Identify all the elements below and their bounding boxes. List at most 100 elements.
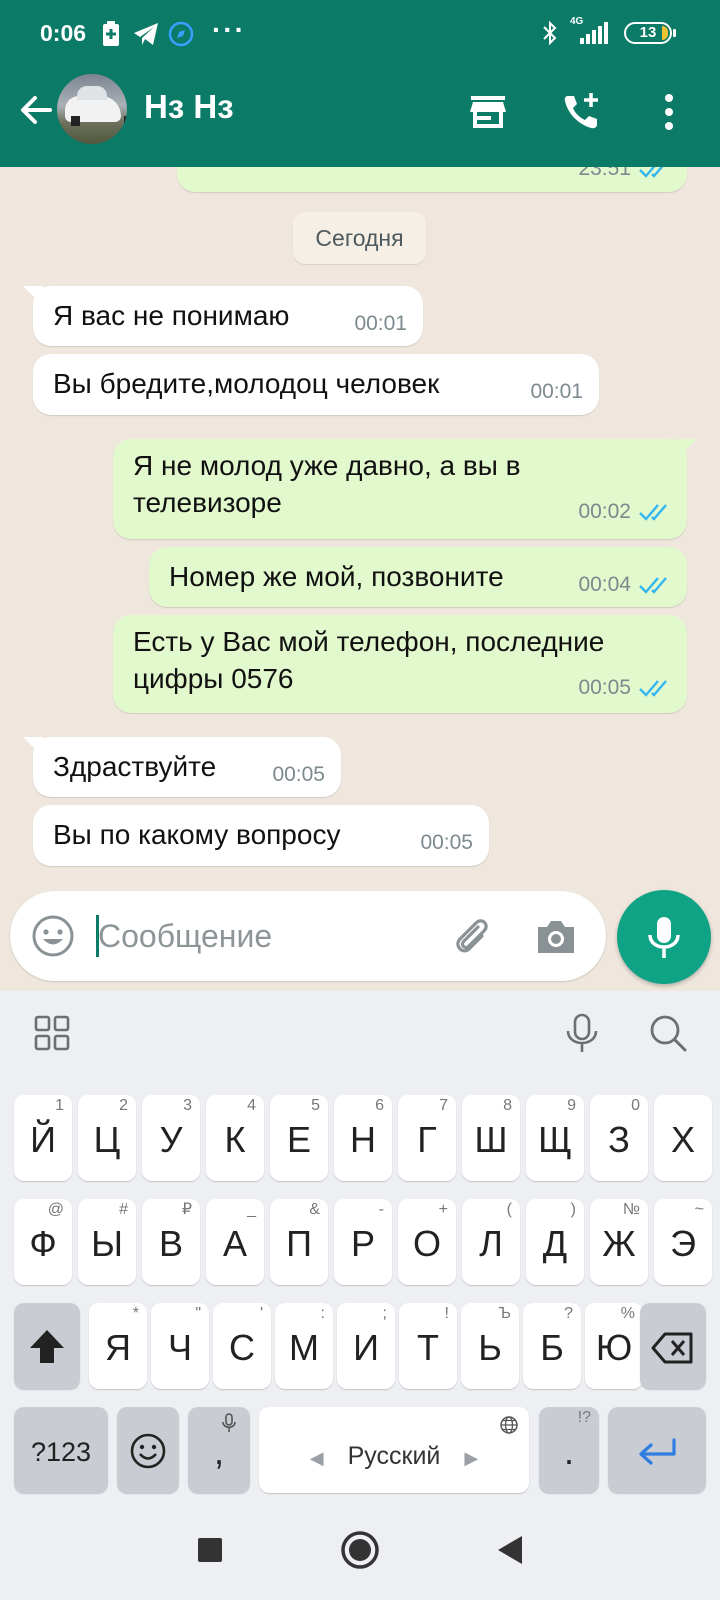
apps-grid-icon[interactable] xyxy=(30,1011,74,1055)
key[interactable]: # Ы xyxy=(78,1199,136,1285)
battery-level: 13 xyxy=(639,24,657,41)
camera-icon[interactable] xyxy=(532,913,580,961)
message-text: Вы бредите,молодоц человек xyxy=(53,368,440,399)
emoji-icon xyxy=(130,1433,166,1469)
key[interactable]: (Л xyxy=(462,1199,520,1285)
chat-area[interactable]: 23:51 Сегодня Я вас не понимаю 00:01 Вы … xyxy=(0,167,720,878)
date-chip: Сегодня xyxy=(293,212,426,264)
message-bubble-incoming[interactable]: Вы бредите,молодоц человек 00:01 xyxy=(33,354,599,415)
key[interactable]: 6Н xyxy=(334,1095,392,1181)
key[interactable]: ЪЬ xyxy=(461,1303,519,1389)
enter-key[interactable] xyxy=(608,1407,706,1493)
message-bubble-outgoing[interactable]: 23:51 xyxy=(177,167,687,192)
key[interactable]: 1Й xyxy=(14,1095,72,1181)
key[interactable]: ? Б xyxy=(523,1303,581,1389)
back-arrow-icon[interactable] xyxy=(16,90,56,130)
key[interactable]: % Ю xyxy=(585,1303,643,1389)
mic-hint-icon xyxy=(222,1413,236,1432)
attach-icon[interactable] xyxy=(448,913,496,961)
message-bubble-outgoing[interactable]: Есть у Вас мой телефон, последние цифры … xyxy=(113,615,687,713)
avatar[interactable] xyxy=(57,74,127,144)
key[interactable]: ~ Э xyxy=(654,1199,712,1285)
key[interactable]: " Ч xyxy=(151,1303,209,1389)
search-icon[interactable] xyxy=(646,1011,690,1055)
key[interactable]: ! Т xyxy=(399,1303,457,1389)
app-bar: Нз Нз xyxy=(0,70,720,167)
key[interactable]: Х xyxy=(654,1095,712,1181)
home-button[interactable] xyxy=(338,1528,382,1572)
voice-input-icon[interactable] xyxy=(560,1011,604,1055)
message-input[interactable] xyxy=(98,915,428,957)
status-time: 0:06 xyxy=(40,20,87,46)
language-label: Русский xyxy=(347,1442,441,1470)
store-icon[interactable] xyxy=(466,90,510,134)
keyboard: 1Й 2Ц 3У 4К 5Е 6Н 7Г 8Ш 9Щ 0З Х @ Ф # Ы ₽ В… xyxy=(0,991,720,1498)
message-time: 00:05 xyxy=(420,831,473,854)
message-bubble-outgoing[interactable]: Я не молод уже давно, а вы в телевизоре … xyxy=(113,439,697,539)
shift-key[interactable] xyxy=(14,1303,80,1389)
message-bubble-incoming[interactable]: Здраствуйте 00:05 xyxy=(23,737,341,797)
backspace-key[interactable] xyxy=(640,1303,706,1389)
key[interactable]: _ А xyxy=(206,1199,264,1285)
read-ticks-icon xyxy=(639,577,667,594)
period-key[interactable]: !? . xyxy=(539,1407,599,1493)
comma-label: , xyxy=(213,1431,224,1472)
status-bar: 0:06 ··· 4G 13 xyxy=(0,0,720,70)
message-bubble-outgoing[interactable]: Номер же мой, позвоните 00:04 xyxy=(149,547,687,607)
message-bubble-incoming[interactable]: Вы по какому вопросу 00:05 xyxy=(33,805,489,866)
key[interactable]: + О xyxy=(398,1199,456,1285)
key[interactable]: :М xyxy=(275,1303,333,1389)
key[interactable]: & П xyxy=(270,1199,328,1285)
key[interactable]: ) Д xyxy=(526,1199,584,1285)
key[interactable]: ; И xyxy=(337,1303,395,1389)
message-time: 00:05 xyxy=(578,676,631,699)
back-button[interactable] xyxy=(490,1528,534,1572)
key[interactable]: ₽ В xyxy=(142,1199,200,1285)
emoji-icon[interactable] xyxy=(30,913,76,959)
add-call-icon[interactable] xyxy=(560,90,604,134)
symbols-key[interactable]: ?123 xyxy=(14,1407,108,1493)
more-vert-icon[interactable] xyxy=(654,90,684,134)
message-time: 00:04 xyxy=(578,573,631,596)
key[interactable]: № Ж xyxy=(590,1199,648,1285)
comma-key[interactable]: , xyxy=(188,1407,250,1493)
message-time: 00:02 xyxy=(578,500,631,523)
key[interactable]: 8Ш xyxy=(462,1095,520,1181)
message-text: Номер же мой, позвоните xyxy=(169,561,504,592)
key[interactable]: 9Щ xyxy=(526,1095,584,1181)
period-label: . xyxy=(563,1431,574,1472)
key[interactable]: * Я xyxy=(89,1303,147,1389)
message-text: Вы по какому вопросу xyxy=(53,819,341,850)
read-ticks-icon xyxy=(639,504,667,521)
keyboard-toolbar xyxy=(0,991,720,1078)
recent-apps-button[interactable] xyxy=(188,1528,232,1572)
backspace-icon xyxy=(651,1332,693,1364)
key[interactable]: -Р xyxy=(334,1199,392,1285)
chevron-right-icon: ▶ xyxy=(464,1448,479,1468)
key[interactable]: 7Г xyxy=(398,1095,456,1181)
emoji-key[interactable] xyxy=(117,1407,179,1493)
key[interactable]: 4К xyxy=(206,1095,264,1181)
bluetooth-icon xyxy=(543,20,557,46)
microphone-icon xyxy=(648,917,680,958)
key[interactable]: ' С xyxy=(213,1303,271,1389)
contact-name[interactable]: Нз Нз xyxy=(144,88,234,126)
key[interactable]: 2Ц xyxy=(78,1095,136,1181)
telegram-icon xyxy=(134,23,158,45)
top-bar: 0:06 ··· 4G 13 Нз Нз xyxy=(0,0,720,167)
key[interactable]: 3У xyxy=(142,1095,200,1181)
message-bubble-incoming[interactable]: Я вас не понимаю 00:01 xyxy=(23,286,423,346)
read-ticks-icon xyxy=(639,680,667,697)
key[interactable]: @ Ф xyxy=(14,1199,72,1285)
message-text: Здраствуйте xyxy=(53,751,217,782)
voice-message-button[interactable] xyxy=(617,890,711,984)
more-notifications-icon: ··· xyxy=(212,14,246,45)
shift-arrow-icon xyxy=(30,1330,64,1363)
key[interactable]: 5Е xyxy=(270,1095,328,1181)
space-key[interactable]: ◀ Русский ▶ xyxy=(259,1407,529,1493)
battery-indicator: 13 xyxy=(624,22,676,44)
chevron-left-icon: ◀ xyxy=(309,1448,324,1468)
period-hint: !? xyxy=(577,1409,591,1426)
message-time: 00:05 xyxy=(272,763,325,786)
key[interactable]: 0З xyxy=(590,1095,648,1181)
